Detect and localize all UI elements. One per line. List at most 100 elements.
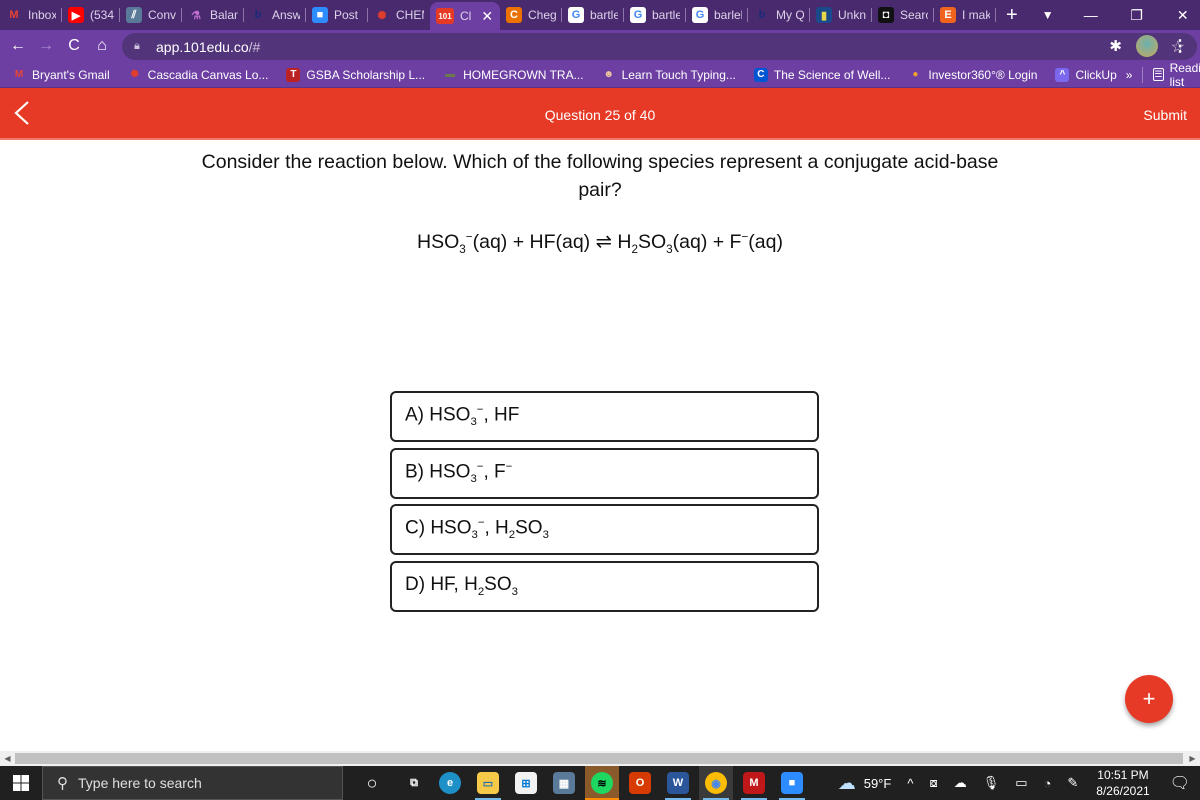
address-bar[interactable]: 🔒︎ app.101edu.co/# ☆ bbox=[122, 33, 1197, 60]
start-button[interactable] bbox=[0, 766, 42, 800]
minimize-button[interactable]: — bbox=[1068, 7, 1114, 23]
tab-title: barlel bbox=[714, 8, 742, 22]
taskbar-app-word[interactable]: W bbox=[661, 766, 695, 800]
answer-option-d[interactable]: D) HF, H2SO3 bbox=[390, 560, 819, 612]
bookmark-item[interactable]: M Bryant's Gmail bbox=[0, 68, 119, 82]
bookmark-item[interactable]: ☻ Learn Touch Typing... bbox=[593, 68, 745, 82]
bookmark-item[interactable]: T GSBA Scholarship L... bbox=[277, 67, 434, 82]
reload-icon[interactable]: C bbox=[60, 37, 88, 55]
horizontal-scrollbar[interactable]: ◀ ▶ bbox=[0, 751, 1200, 766]
bartleby-icon: b bbox=[254, 9, 262, 21]
tab-10[interactable]: Gbartle bbox=[624, 0, 686, 30]
tab-title: Answ bbox=[272, 8, 300, 22]
microphone-icon[interactable]: 🎙︎ bbox=[975, 775, 1008, 791]
tab-6[interactable]: ✺ CHEM bbox=[368, 0, 430, 30]
bookmarks-overflow-button[interactable]: » bbox=[1126, 68, 1133, 82]
clock[interactable]: 10:51 PM 8/26/2021 bbox=[1086, 767, 1159, 799]
back-arrow-icon[interactable]: ← bbox=[4, 37, 32, 55]
tab-15[interactable]: E I mak bbox=[934, 0, 996, 30]
browser-menu-icon[interactable]: ⋮ bbox=[1172, 36, 1188, 56]
tray-expand-chevron-icon[interactable]: ^ bbox=[899, 776, 921, 791]
scroll-left-icon[interactable]: ◀ bbox=[0, 751, 15, 766]
bookmark-item[interactable]: C The Science of Well... bbox=[745, 67, 900, 82]
bookmark-label: GSBA Scholarship L... bbox=[306, 67, 426, 82]
profile-menu-button[interactable]: ▼ bbox=[1028, 8, 1068, 22]
weather-temp: 59°F bbox=[863, 775, 892, 791]
tab-13[interactable]: ▮ Unkn bbox=[810, 0, 872, 30]
tab-title: CHEM bbox=[396, 8, 424, 22]
taskbar-app-cortana[interactable]: ○ bbox=[355, 766, 389, 800]
flask-icon: ⚗ bbox=[191, 9, 201, 22]
tab-5[interactable]: ■ Post bbox=[306, 0, 368, 30]
tab-title: Post bbox=[334, 8, 359, 22]
close-tab-icon[interactable]: ✕ bbox=[481, 8, 493, 25]
taskbar-app-calculator[interactable]: ▦ bbox=[547, 766, 581, 800]
battery-icon[interactable]: ▭ bbox=[1007, 775, 1035, 791]
tab-4[interactable]: b Answ bbox=[244, 0, 306, 30]
google-icon: G bbox=[692, 7, 708, 23]
taskbar-app-store[interactable]: ⊞ bbox=[509, 766, 543, 800]
taskbar-app-file-explorer[interactable]: ▭ bbox=[471, 766, 505, 800]
tab-title: Cl bbox=[460, 9, 472, 23]
tab-12[interactable]: b My Q bbox=[748, 0, 810, 30]
tab-3[interactable]: ⚗ Balan bbox=[182, 0, 244, 30]
wifi-icon[interactable]: ◔ bbox=[1036, 776, 1060, 791]
add-fab-button[interactable]: + bbox=[1125, 675, 1173, 723]
bookmark-item[interactable]: ▬ HOMEGROWN TRA... bbox=[434, 68, 592, 82]
reading-list-button[interactable]: ☰ Reading list bbox=[1153, 61, 1200, 89]
answer-option-label: B) HSO3−, F− bbox=[405, 460, 513, 486]
taskbar-app-task-view[interactable]: ⧉ bbox=[397, 766, 431, 800]
tab-list: M Inbox ▶ (534) ⫽ Conv ⚗ Balan b Answ ■ Post ✺ CHEM 10… bbox=[0, 0, 996, 30]
bookmark-item[interactable]: ● Investor360°® Login bbox=[899, 68, 1046, 82]
submit-button[interactable]: Submit bbox=[1143, 107, 1187, 123]
office-icon: O bbox=[629, 772, 651, 794]
gsba-icon: T bbox=[286, 67, 301, 82]
scroll-right-icon[interactable]: ▶ bbox=[1185, 751, 1200, 766]
profile-avatar[interactable] bbox=[1136, 35, 1158, 57]
answer-option-a[interactable]: A) HSO3−, HF bbox=[390, 391, 819, 442]
forward-arrow-icon[interactable]: → bbox=[32, 37, 60, 55]
answer-option-label: D) HF, H2SO3 bbox=[405, 574, 518, 598]
taskbar-app-zoom[interactable]: ■ bbox=[775, 766, 809, 800]
onedrive-icon[interactable]: ☁ bbox=[946, 775, 975, 791]
tab-0[interactable]: M Inbox bbox=[0, 0, 62, 30]
url-text: app.101edu.co/# bbox=[156, 39, 260, 55]
close-window-button[interactable]: ✕ bbox=[1160, 7, 1200, 24]
new-tab-button[interactable]: + bbox=[996, 4, 1028, 27]
taskbar-app-mcafee[interactable]: M bbox=[737, 766, 771, 800]
answer-option-c[interactable]: C) HSO3−, H2SO3 bbox=[390, 504, 819, 555]
divider bbox=[1142, 66, 1144, 83]
edge-icon: e bbox=[439, 772, 461, 794]
convert-icon: ⫽ bbox=[126, 7, 142, 23]
quiz-header: Question 25 of 40 Submit bbox=[0, 88, 1200, 140]
tab-11[interactable]: Gbarlel bbox=[686, 0, 748, 30]
home-icon[interactable]: ⌂ bbox=[88, 37, 116, 55]
taskbar-app-edge[interactable]: e bbox=[433, 766, 467, 800]
store-icon: ⊞ bbox=[515, 772, 537, 794]
taskbar-app-spotify[interactable]: ≋ bbox=[585, 766, 619, 800]
tab-14[interactable]: ◘ Searc bbox=[872, 0, 934, 30]
tab-9[interactable]: Gbartle bbox=[562, 0, 624, 30]
tab-8[interactable]: C Cheg bbox=[500, 0, 562, 30]
taskbar-search-box[interactable]: ⚲ Type here to search bbox=[42, 766, 343, 800]
tab-2[interactable]: ⫽ Conv bbox=[120, 0, 182, 30]
toolbar-right: ✱ ⋮ bbox=[1109, 30, 1200, 62]
weather-widget[interactable]: ☁ 59°F bbox=[830, 773, 900, 794]
tab-1[interactable]: ▶ (534) bbox=[62, 0, 120, 30]
youtube-icon: ▶ bbox=[68, 7, 84, 23]
notifications-icon[interactable]: 🗨︎ bbox=[1160, 773, 1200, 793]
taskbar-app-chrome[interactable]: ◉ bbox=[699, 766, 733, 800]
taskbar-app-office[interactable]: O bbox=[623, 766, 657, 800]
reading-list-label: Reading list bbox=[1169, 60, 1200, 89]
extensions-puzzle-icon[interactable]: ✱ bbox=[1109, 37, 1122, 55]
bookmark-item[interactable]: ✺ Cascadia Canvas Lo... bbox=[119, 68, 278, 82]
bartleby-icon: b bbox=[758, 9, 766, 21]
scrollbar-thumb[interactable] bbox=[15, 753, 1183, 764]
meet-now-icon[interactable]: ⧇ bbox=[921, 775, 945, 791]
answer-option-b[interactable]: B) HSO3−, F− bbox=[390, 447, 819, 499]
tab-7[interactable]: 101 Cl ✕ bbox=[430, 2, 500, 30]
answer-option-label: A) HSO3−, HF bbox=[405, 404, 520, 429]
pen-icon[interactable]: ✎ bbox=[1059, 775, 1086, 791]
restore-button[interactable]: ❐ bbox=[1114, 7, 1160, 24]
bookmark-item[interactable]: ^ ClickUp bbox=[1046, 67, 1125, 82]
